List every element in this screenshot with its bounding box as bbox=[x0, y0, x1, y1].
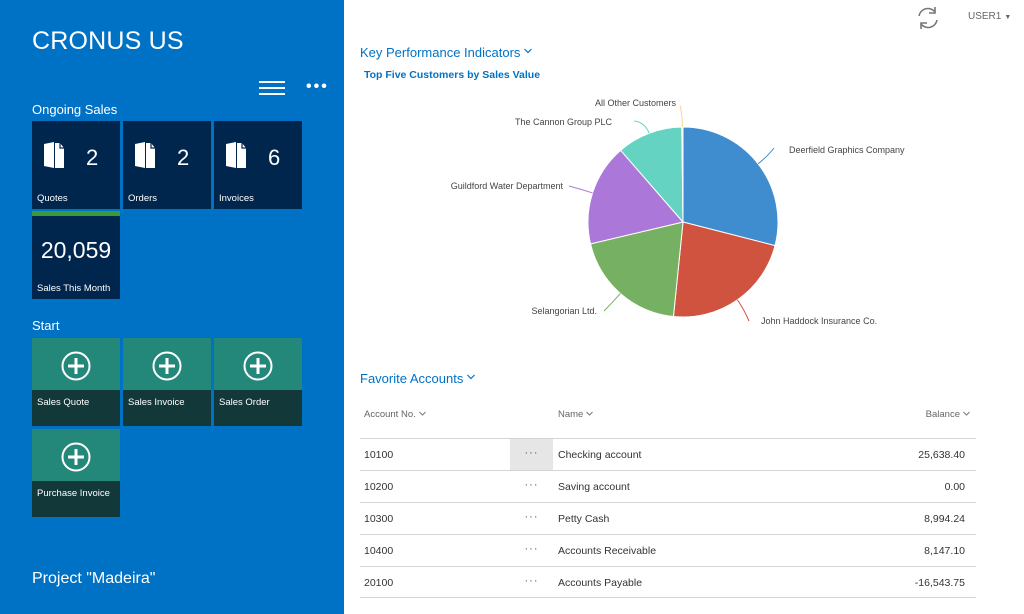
kpi-value: 20,059 bbox=[40, 237, 112, 263]
kpi-label: Sales This Month bbox=[37, 283, 111, 294]
plus-circle-icon bbox=[61, 351, 91, 381]
column-header-account-no[interactable]: Account No. bbox=[364, 409, 426, 420]
more-ellipsis-icon[interactable]: ••• bbox=[306, 78, 329, 96]
column-header-balance[interactable]: Balance bbox=[926, 409, 970, 420]
account-no: 10100 bbox=[364, 449, 394, 461]
pie-leader-line bbox=[679, 104, 683, 128]
account-balance[interactable]: -16,543.75 bbox=[915, 577, 965, 589]
plus-circle-icon bbox=[61, 442, 91, 472]
pie-leader-line bbox=[568, 185, 593, 194]
account-no: 10200 bbox=[364, 481, 394, 493]
user-name: USER1 bbox=[968, 11, 1002, 22]
action-sales-invoice[interactable]: Sales Invoice bbox=[123, 338, 211, 426]
action-sales-order[interactable]: Sales Order bbox=[214, 338, 302, 426]
pie-chart: Deerfield Graphics Company John Haddock I… bbox=[451, 98, 905, 326]
pie-label: All Other Customers bbox=[595, 98, 677, 108]
favorites-section-header[interactable]: Favorite Accounts bbox=[360, 371, 476, 386]
cue-invoices[interactable]: 6 Invoices bbox=[214, 121, 302, 209]
row-menu-button[interactable]: ··· bbox=[510, 471, 553, 502]
table-row[interactable]: 20100 ··· Accounts Payable -16,543.75 bbox=[360, 566, 976, 598]
account-balance[interactable]: 8,994.24 bbox=[924, 513, 965, 525]
account-name[interactable]: Saving account bbox=[558, 481, 630, 493]
document-icon bbox=[135, 142, 155, 168]
cue-quotes[interactable]: 2 Quotes bbox=[32, 121, 120, 209]
pie-label: Deerfield Graphics Company bbox=[789, 145, 905, 155]
chevron-down-icon bbox=[586, 411, 594, 416]
account-no: 10300 bbox=[364, 513, 394, 525]
pie-label: John Haddock Insurance Co. bbox=[761, 316, 877, 326]
favorites-section-title: Favorite Accounts bbox=[360, 371, 464, 386]
pie-label: The Cannon Group PLC bbox=[515, 117, 613, 127]
pie-leader-line bbox=[757, 147, 775, 165]
cue-label: Invoices bbox=[219, 193, 254, 204]
pie-leader-line bbox=[633, 120, 650, 134]
action-purchase-invoice[interactable]: Purchase Invoice bbox=[32, 429, 120, 517]
column-label: Account No. bbox=[364, 409, 416, 420]
kpi-section-header[interactable]: Key Performance Indicators bbox=[360, 45, 533, 60]
account-balance[interactable]: 8,147.10 bbox=[924, 545, 965, 557]
user-menu[interactable]: USER1 ▼ bbox=[968, 11, 1011, 22]
account-name[interactable]: Accounts Receivable bbox=[558, 545, 656, 557]
action-label: Purchase Invoice bbox=[37, 488, 110, 499]
chevron-down-icon bbox=[524, 48, 533, 54]
chevron-down-icon bbox=[467, 374, 476, 380]
column-header-name[interactable]: Name bbox=[558, 409, 594, 420]
account-name[interactable]: Checking account bbox=[558, 449, 641, 461]
cue-count: 2 bbox=[86, 145, 99, 170]
table-row[interactable]: 10400 ··· Accounts Receivable 8,147.10 bbox=[360, 534, 976, 566]
account-name[interactable]: Accounts Payable bbox=[558, 577, 642, 589]
row-menu-button[interactable]: ··· bbox=[510, 503, 553, 534]
action-sales-quote[interactable]: Sales Quote bbox=[32, 338, 120, 426]
account-no: 10400 bbox=[364, 545, 394, 557]
chart-title: Top Five Customers by Sales Value bbox=[364, 69, 541, 81]
table-row[interactable]: 10300 ··· Petty Cash 8,994.24 bbox=[360, 502, 976, 534]
account-balance[interactable]: 25,638.40 bbox=[918, 449, 965, 461]
cue-label: Quotes bbox=[37, 193, 68, 204]
caret-down-icon: ▼ bbox=[1004, 14, 1012, 21]
account-no: 20100 bbox=[364, 577, 394, 589]
row-menu-button[interactable]: ··· bbox=[510, 567, 553, 598]
ongoing-sales-title: Ongoing Sales bbox=[32, 102, 118, 117]
column-label: Balance bbox=[925, 409, 960, 420]
table-row[interactable]: 10200 ··· Saving account 0.00 bbox=[360, 470, 976, 502]
cue-count: 2 bbox=[177, 145, 190, 170]
account-balance[interactable]: 0.00 bbox=[945, 481, 965, 493]
pie-label: Selangorian Ltd. bbox=[531, 306, 597, 316]
company-name[interactable]: CRONUS US bbox=[32, 27, 184, 56]
sidebar: CRONUS US ••• Ongoing Sales 2 Quotes 2 O… bbox=[0, 0, 344, 614]
plus-circle-icon bbox=[243, 351, 273, 381]
document-icon bbox=[226, 142, 246, 168]
pie-leader-line bbox=[603, 293, 621, 312]
kpi-sales-this-month[interactable]: 20,059 Sales This Month bbox=[32, 211, 120, 299]
cue-label: Orders bbox=[128, 193, 158, 204]
hamburger-icon[interactable] bbox=[259, 81, 285, 95]
document-icon bbox=[44, 142, 64, 168]
pie-label: Guildford Water Department bbox=[451, 181, 564, 191]
cue-orders[interactable]: 2 Orders bbox=[123, 121, 211, 209]
table-row[interactable]: 10100 ··· Checking account 25,638.40 bbox=[360, 438, 976, 470]
row-menu-button[interactable]: ··· bbox=[510, 439, 553, 470]
action-label: Sales Quote bbox=[37, 397, 90, 408]
action-label: Sales Order bbox=[219, 397, 270, 408]
row-menu-button[interactable]: ··· bbox=[510, 535, 553, 566]
start-title: Start bbox=[32, 318, 60, 333]
cue-count: 6 bbox=[268, 145, 281, 170]
column-label: Name bbox=[558, 409, 584, 420]
chevron-down-icon bbox=[418, 411, 426, 416]
plus-circle-icon bbox=[152, 351, 182, 381]
product-name: Project "Madeira" bbox=[32, 570, 156, 587]
chevron-down-icon bbox=[963, 411, 970, 416]
action-label: Sales Invoice bbox=[128, 397, 185, 408]
pie-leader-line bbox=[736, 299, 750, 322]
kpi-section-title: Key Performance Indicators bbox=[360, 45, 521, 60]
account-name[interactable]: Petty Cash bbox=[558, 513, 609, 525]
refresh-icon[interactable] bbox=[915, 6, 941, 30]
